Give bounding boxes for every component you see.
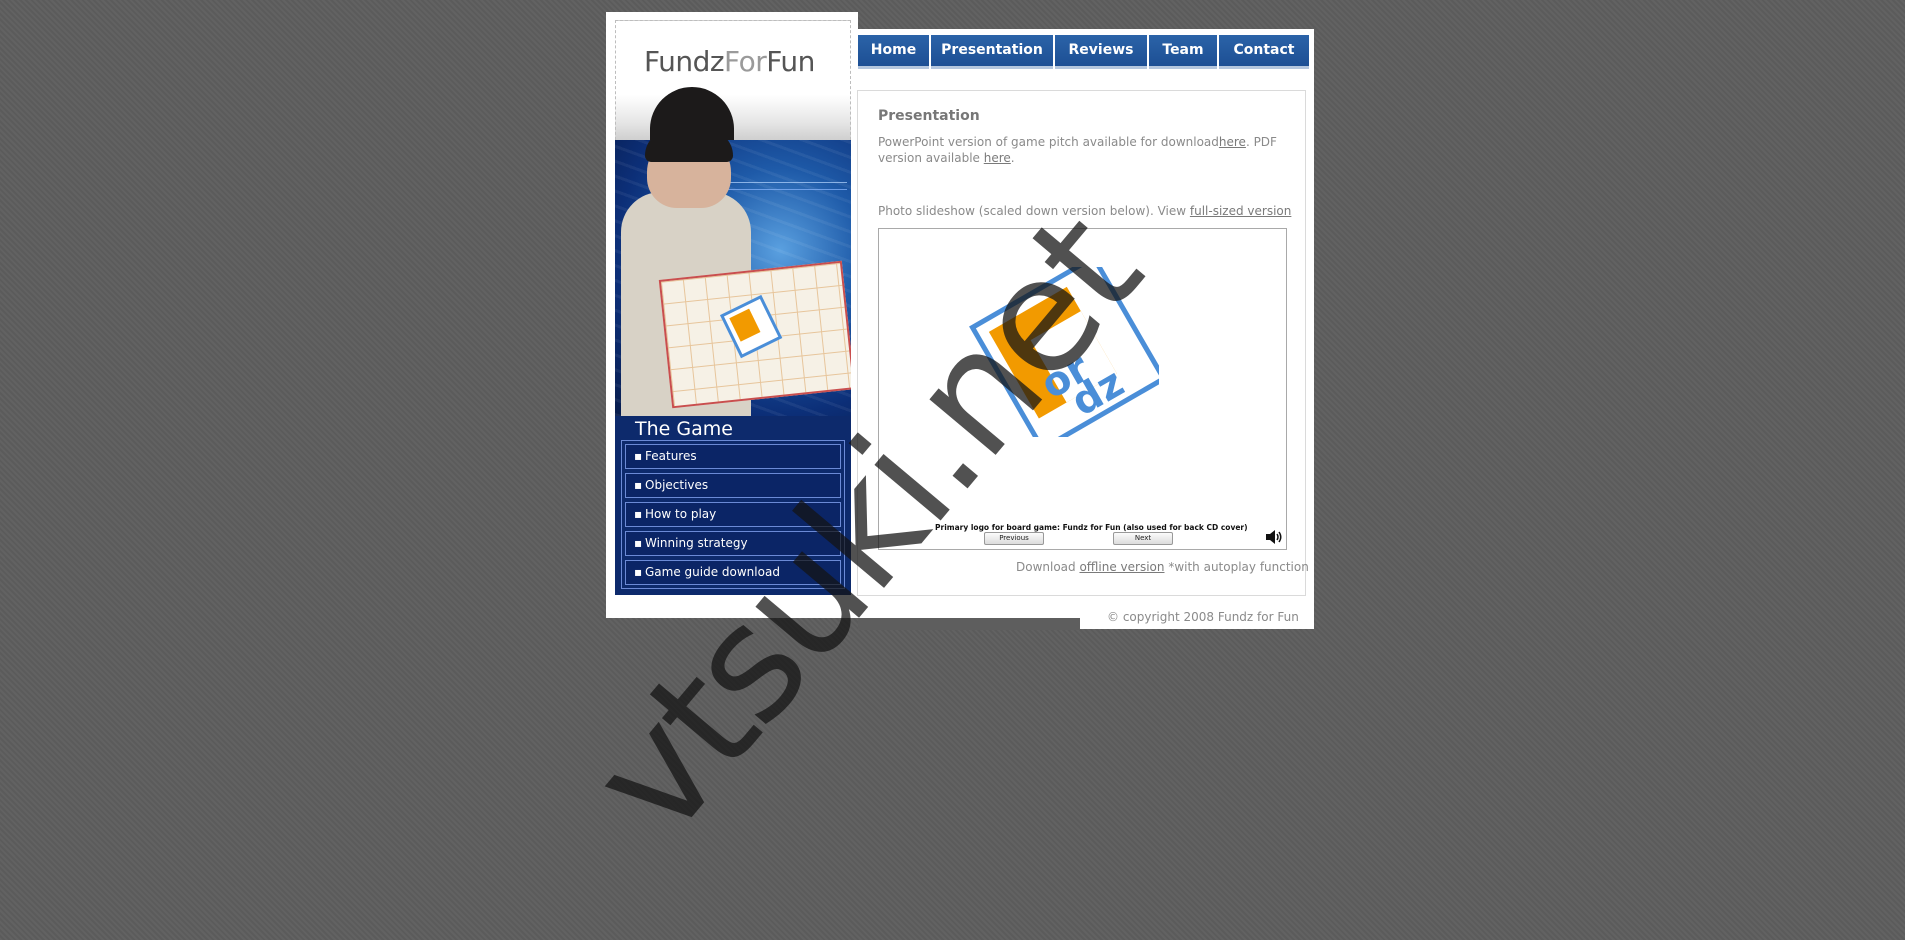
sidebar-item-objectives[interactable]: ▪ Objectives [625, 473, 841, 498]
nav-reviews[interactable]: Reviews [1055, 35, 1147, 69]
nav-team[interactable]: Team [1149, 35, 1217, 69]
previous-button[interactable]: Previous [984, 532, 1044, 545]
bullet-icon: ▪ [634, 536, 643, 550]
nav-contact[interactable]: Contact [1219, 35, 1309, 69]
slide-caption: Primary logo for board game: Fundz for F… [935, 523, 1248, 532]
bullet-icon: ▪ [634, 449, 643, 463]
next-button[interactable]: Next [1113, 532, 1173, 545]
offline-download-line: Download offline version *with autoplay … [1016, 560, 1309, 574]
sidebar-item-label: Objectives [645, 478, 709, 492]
full-size-link[interactable]: full-sized version [1190, 204, 1291, 218]
the-game-panel: The Game ▪ Features ▪ Objectives ▪ How to p… [615, 416, 851, 595]
left-column: FundzForFun The Game ▪ Features ▪ Objectiv… [615, 20, 851, 595]
offline-version-link[interactable]: offline version [1079, 560, 1164, 574]
sidebar-item-game-guide-download[interactable]: ▪ Game guide download [625, 560, 841, 585]
sidebar-item-how-to-play[interactable]: ▪ How to play [625, 502, 841, 527]
person-hair-graphic [650, 87, 734, 140]
logo-part-fun: Fun [766, 45, 815, 78]
sidebar-item-label: Winning strategy [645, 536, 748, 550]
photo-hud-lines [727, 182, 847, 190]
download-note: *with autoplay function [1164, 560, 1309, 574]
board-logo-icon [719, 294, 783, 359]
the-game-title: The Game [635, 418, 733, 440]
pdf-download-link[interactable]: here [984, 151, 1011, 165]
the-game-menu: ▪ Features ▪ Objectives ▪ How to play ▪ Winn… [621, 440, 845, 589]
bullet-icon: ▪ [634, 478, 643, 492]
powerpoint-text: PowerPoint version of game pitch availab… [878, 135, 1219, 149]
page-bottom-cutout [858, 618, 1080, 630]
fundz-for-fun-logo: or dz [969, 267, 1159, 437]
sidebar-item-winning-strategy[interactable]: ▪ Winning strategy [625, 531, 841, 556]
board-game-graphic [658, 260, 851, 409]
person-hair-top-graphic [645, 140, 733, 162]
speaker-icon[interactable] [1265, 529, 1283, 545]
copyright-text: © copyright 2008 Fundz for Fun [1107, 610, 1299, 624]
logo-part-fundz: Fundz [644, 45, 725, 78]
download-text: Download [1016, 560, 1080, 574]
page-title: Presentation [878, 108, 980, 124]
powerpoint-paragraph: PowerPoint version of game pitch availab… [878, 134, 1288, 166]
bullet-icon: ▪ [634, 507, 643, 521]
pdf-end-text: . [1010, 151, 1015, 165]
slideshow-text: Photo slideshow (scaled down version bel… [878, 204, 1190, 218]
sidebar-item-label: How to play [645, 507, 717, 521]
powerpoint-download-link[interactable]: here [1219, 135, 1246, 149]
site-logo[interactable]: FundzForFun [644, 45, 815, 78]
main-nav: Home Presentation Reviews Team Contact [858, 35, 1311, 69]
nav-presentation[interactable]: Presentation [931, 35, 1053, 69]
nav-home[interactable]: Home [858, 35, 929, 69]
site-logo-box[interactable]: FundzForFun [615, 20, 851, 140]
slideshow-paragraph: Photo slideshow (scaled down version bel… [878, 203, 1298, 219]
hero-photo [615, 140, 851, 416]
bullet-icon: ▪ [634, 565, 643, 579]
sidebar-item-label: Game guide download [645, 565, 780, 579]
photo-slideshow: or dz Primary logo for board game: Fundz… [878, 228, 1287, 550]
sidebar-item-features[interactable]: ▪ Features [625, 444, 841, 469]
sidebar-item-label: Features [645, 449, 697, 463]
logo-part-for: For [724, 45, 767, 78]
